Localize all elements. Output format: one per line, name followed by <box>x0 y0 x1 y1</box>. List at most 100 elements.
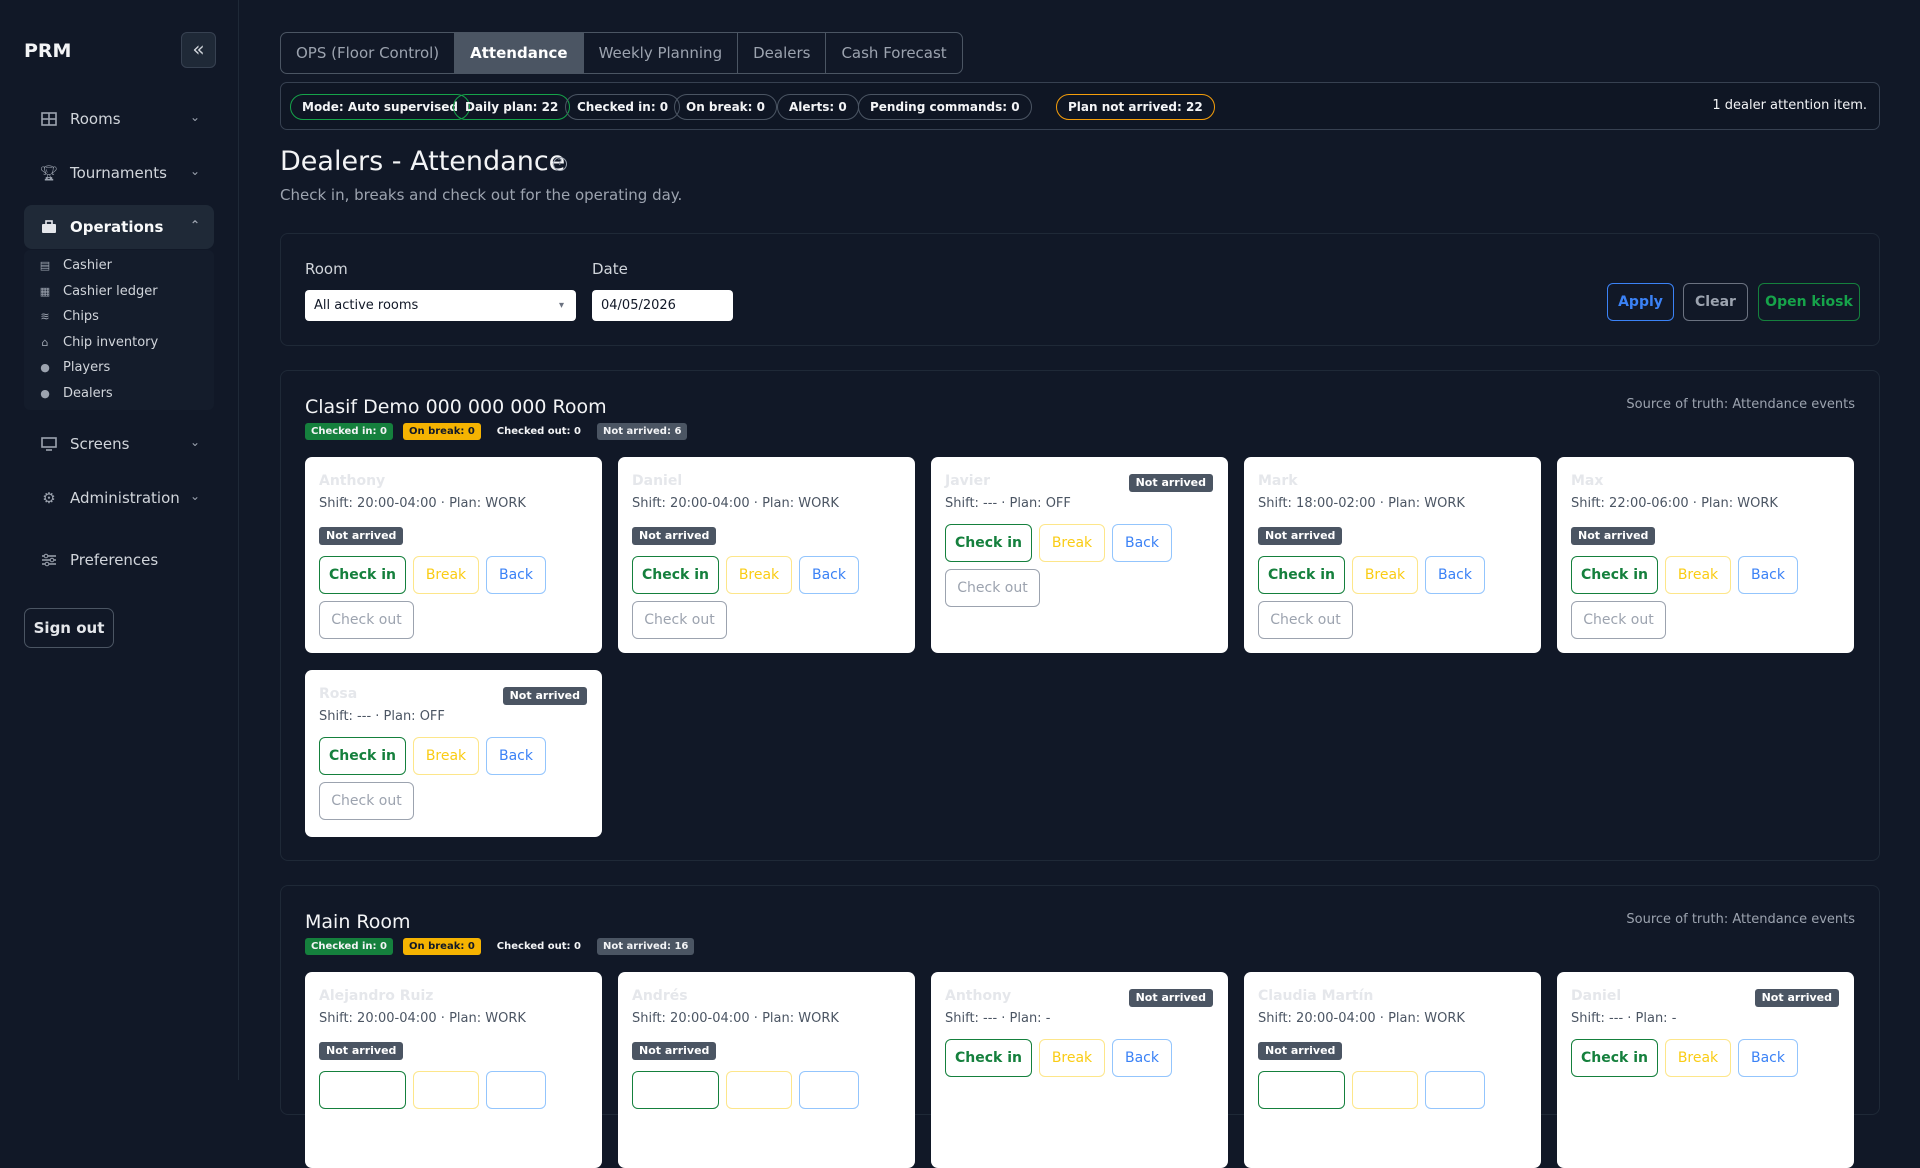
check-in-button[interactable]: Check in <box>945 1039 1032 1077</box>
status-badge: Not arrived <box>1258 527 1343 545</box>
dealer-shift: Shift: 20:00-04:00 · Plan: WORK <box>632 1011 839 1026</box>
not-arrived-badge: Not arrived: 16 <box>596 938 695 955</box>
check-out-button[interactable]: Check out <box>945 569 1040 607</box>
collapse-sidebar-button[interactable]: « <box>181 32 216 68</box>
source-of-truth: Source of truth: Attendance events <box>1626 912 1855 927</box>
room-select-value: All active rooms <box>314 298 419 313</box>
dealer-card: Andrés Shift: 20:00-04:00 · Plan: WORK N… <box>618 972 915 1168</box>
tab-attendance[interactable]: Attendance <box>455 33 584 73</box>
back-button[interactable]: Back <box>799 556 859 594</box>
dealer-name: Max <box>1571 473 1604 489</box>
break-button[interactable] <box>726 1071 792 1109</box>
daily-plan-pill: Daily plan: 22 <box>453 94 571 120</box>
tab-bar: OPS (Floor Control) Attendance Weekly Pl… <box>280 32 963 74</box>
tab-dealers[interactable]: Dealers <box>738 33 827 73</box>
back-button[interactable]: Back <box>486 737 546 775</box>
break-button[interactable]: Break <box>726 556 792 594</box>
dealer-card: Mark Shift: 18:00-02:00 · Plan: WORK Not… <box>1244 457 1541 653</box>
break-button[interactable]: Break <box>1352 556 1418 594</box>
dealer-shift: Shift: --- · Plan: OFF <box>319 709 445 724</box>
tab-ops-floor-control[interactable]: OPS (Floor Control) <box>281 33 456 73</box>
sign-out-button[interactable]: Sign out <box>24 608 114 648</box>
check-in-button[interactable] <box>1258 1071 1345 1109</box>
dealer-shift: Shift: 20:00-04:00 · Plan: WORK <box>319 496 526 511</box>
back-button[interactable]: Back <box>1425 556 1485 594</box>
break-button[interactable]: Break <box>1039 1039 1105 1077</box>
sidebar-subitem-chips[interactable]: ≋ Chips <box>38 305 99 327</box>
check-in-button[interactable] <box>632 1071 719 1109</box>
back-button[interactable]: Back <box>1112 524 1172 562</box>
date-input[interactable]: 04/05/2026 <box>592 290 733 321</box>
warehouse-icon: ⌂ <box>41 335 49 349</box>
check-out-button[interactable]: Check out <box>1258 601 1353 639</box>
sidebar-subitem-dealers[interactable]: ● Dealers <box>38 382 113 404</box>
tab-weekly-planning[interactable]: Weekly Planning <box>584 33 739 73</box>
sidebar-subitem-cashier[interactable]: ▤ Cashier <box>38 254 112 276</box>
chevron-down-icon: ⌄ <box>189 489 200 503</box>
sidebar-item-tournaments[interactable]: 🏆︎ Tournaments ⌄ <box>24 151 214 195</box>
break-button[interactable] <box>413 1071 479 1109</box>
dealer-name: Alejandro Ruiz <box>319 988 434 1004</box>
dealer-name: Rosa <box>319 686 358 702</box>
on-break-pill: On break: 0 <box>674 94 777 120</box>
break-button[interactable]: Break <box>1665 1039 1731 1077</box>
sidebar-item-screens[interactable]: Screens ⌄ <box>24 422 214 466</box>
check-in-button[interactable]: Check in <box>1258 556 1345 594</box>
clear-button[interactable]: Clear <box>1683 283 1748 321</box>
check-in-button[interactable]: Check in <box>1571 1039 1658 1077</box>
back-button[interactable] <box>799 1071 859 1109</box>
sidebar-subitem-chip-inventory[interactable]: ⌂ Chip inventory <box>38 331 159 353</box>
tab-cash-forecast[interactable]: Cash Forecast <box>826 33 961 73</box>
check-out-button[interactable]: Check out <box>1571 601 1666 639</box>
help-icon[interactable]: ? <box>553 157 567 171</box>
sidebar-item-operations[interactable]: Operations ⌃ <box>24 205 214 249</box>
break-button[interactable]: Break <box>1039 524 1105 562</box>
sidebar-subitem-players[interactable]: ● Players <box>38 356 110 378</box>
break-button[interactable]: Break <box>413 737 479 775</box>
sidebar-item-label: Rooms <box>70 110 121 128</box>
room-badges: Checked in: 0 On break: 0 Checked out: 0… <box>305 423 688 440</box>
dealer-shift: Shift: --- · Plan: OFF <box>945 496 1071 511</box>
check-out-button[interactable]: Check out <box>632 601 727 639</box>
sidebar-item-administration[interactable]: ⚙︎ Administration ⌄ <box>24 476 214 520</box>
dealer-name: Anthony <box>319 473 386 489</box>
status-badge: Not arrived <box>1571 527 1656 545</box>
back-button[interactable]: Back <box>1738 1039 1798 1077</box>
check-in-button[interactable]: Check in <box>319 556 406 594</box>
check-in-button[interactable] <box>319 1071 406 1109</box>
register-icon: ▤ <box>39 258 51 272</box>
check-out-button[interactable]: Check out <box>319 601 414 639</box>
break-button[interactable] <box>1352 1071 1418 1109</box>
check-in-button[interactable]: Check in <box>319 737 406 775</box>
back-button[interactable]: Back <box>1112 1039 1172 1077</box>
back-button[interactable]: Back <box>1738 556 1798 594</box>
ledger-icon: ▦ <box>39 284 51 298</box>
checked-in-badge: Checked in: 0 <box>305 423 393 440</box>
break-button[interactable]: Break <box>1665 556 1731 594</box>
page-title: Dealers - Attendance <box>280 146 566 177</box>
dealer-shift: Shift: 22:00-06:00 · Plan: WORK <box>1571 496 1778 511</box>
user-icon: ● <box>40 386 50 400</box>
briefcase-icon <box>40 218 58 236</box>
check-in-button[interactable]: Check in <box>1571 556 1658 594</box>
check-out-button[interactable]: Check out <box>319 782 414 820</box>
status-badge: Not arrived <box>319 527 404 545</box>
room-select[interactable]: All active rooms ▾ <box>305 290 576 321</box>
sidebar-item-rooms[interactable]: Rooms ⌄ <box>24 97 214 141</box>
back-button[interactable] <box>1425 1071 1485 1109</box>
open-kiosk-button[interactable]: Open kiosk <box>1758 283 1860 321</box>
break-button[interactable]: Break <box>413 556 479 594</box>
sidebar-subitem-cashier-ledger[interactable]: ▦ Cashier ledger <box>38 280 158 302</box>
checked-in-pill: Checked in: 0 <box>565 94 681 120</box>
check-in-button[interactable]: Check in <box>945 524 1032 562</box>
apply-button[interactable]: Apply <box>1607 283 1674 321</box>
source-of-truth: Source of truth: Attendance events <box>1626 397 1855 412</box>
back-button[interactable]: Back <box>486 556 546 594</box>
back-button[interactable] <box>486 1071 546 1109</box>
on-break-badge: On break: 0 <box>402 938 481 955</box>
dealer-shift: Shift: --- · Plan: - <box>945 1011 1051 1026</box>
sidebar-item-preferences[interactable]: Preferences <box>24 538 214 582</box>
sidebar-item-label: Administration <box>70 489 180 507</box>
check-in-button[interactable]: Check in <box>632 556 719 594</box>
checked-out-badge: Checked out: 0 <box>496 941 581 952</box>
